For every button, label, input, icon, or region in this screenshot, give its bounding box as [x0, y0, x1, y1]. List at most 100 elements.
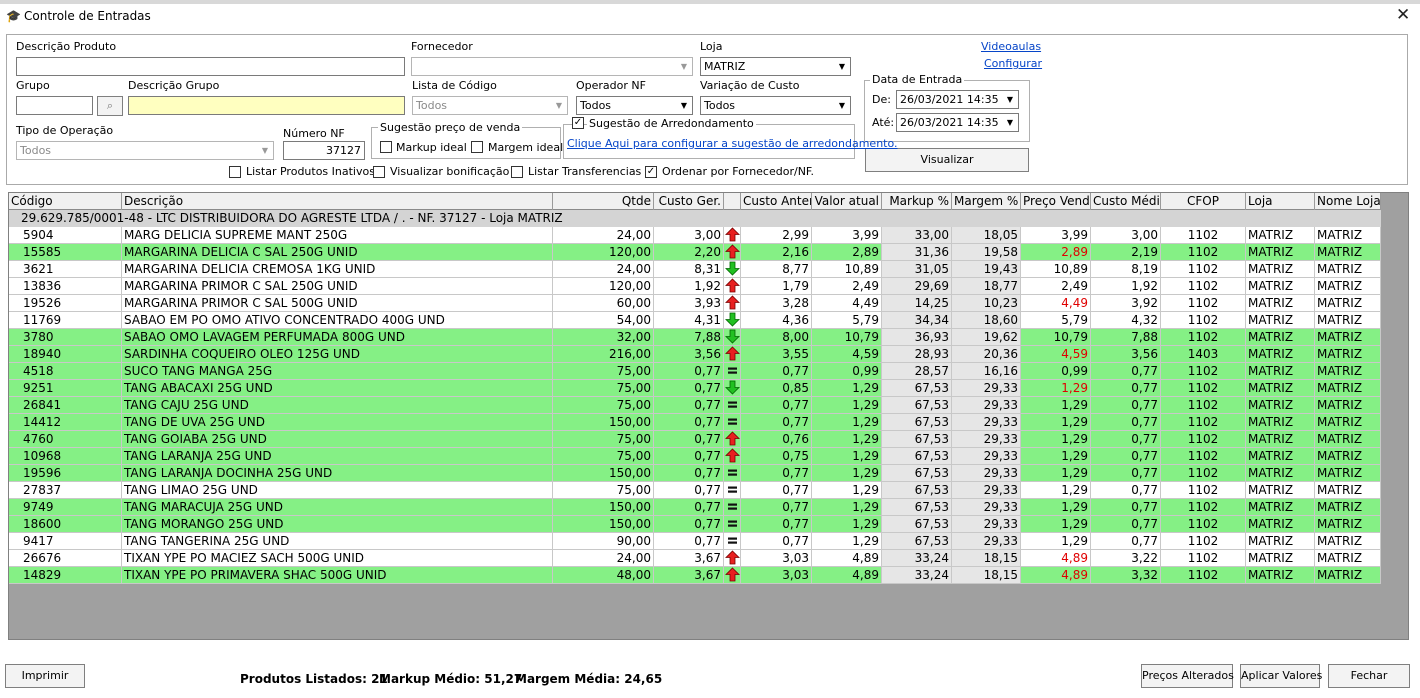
tipo-operacao-label: Tipo de Operação: [16, 124, 114, 137]
cell-descricao: MARG DELICIA SUPREME MANT 250G: [122, 227, 553, 244]
cell-custo-medio: 0,77: [1091, 414, 1161, 431]
column-header-valor-atual[interactable]: Valor atual: [812, 193, 882, 210]
grupo-input[interactable]: [16, 96, 93, 115]
table-row[interactable]: 11769 SABAO EM PO OMO ATIVO CONCENTRADO 4…: [9, 312, 1381, 329]
table-row[interactable]: 4760 TANG GOIABA 25G UND 75,00 0,77 0,76 1,29…: [9, 431, 1381, 448]
column-header-trend[interactable]: [724, 193, 741, 210]
entries-grid[interactable]: Código Descrição Qtde Custo Ger. Custo A…: [8, 192, 1409, 640]
table-row[interactable]: 9251 TANG ABACAXI 25G UND 75,00 0,77 0,85 1,2…: [9, 380, 1381, 397]
column-header-custo-medio[interactable]: Custo Médio: [1091, 193, 1161, 210]
cell-custo-medio: 7,88: [1091, 329, 1161, 346]
fornecedor-select[interactable]: ▼: [411, 57, 693, 76]
column-header-custo-ger[interactable]: Custo Ger.: [654, 193, 724, 210]
loja-select[interactable]: MATRIZ ▼: [700, 57, 851, 76]
column-header-loja[interactable]: Loja: [1246, 193, 1315, 210]
column-header-preco-venda[interactable]: Preço Venda: [1021, 193, 1091, 210]
listar-inativos-checkbox[interactable]: [229, 166, 241, 178]
cell-preco-venda: 4,49: [1021, 295, 1091, 312]
visualizar-button[interactable]: Visualizar: [865, 148, 1029, 172]
column-header-margem[interactable]: Margem %: [952, 193, 1021, 210]
cell-qtde: 90,00: [553, 533, 654, 550]
data-ate-picker[interactable]: 26/03/2021 14:35 ▼: [896, 113, 1019, 132]
close-icon[interactable]: ✕: [1396, 5, 1410, 25]
arrow-up-icon: [724, 295, 741, 312]
cell-descricao: MARGARINA PRIMOR C SAL 250G UNID: [122, 278, 553, 295]
margem-ideal-checkbox[interactable]: [471, 141, 483, 153]
cell-custo-ger: 0,77: [654, 380, 724, 397]
table-row[interactable]: 9417 TANG TANGERINA 25G UND 90,00 0,77 0,77 1…: [9, 533, 1381, 550]
cell-custo-anter: 0,77: [741, 363, 812, 380]
descricao-produto-input[interactable]: [16, 57, 405, 76]
cell-custo-anter: 3,03: [741, 550, 812, 567]
cell-custo-medio: 3,00: [1091, 227, 1161, 244]
fechar-button[interactable]: Fechar: [1328, 664, 1410, 688]
table-row[interactable]: 9749 TANG MARACUJA 25G UND 150,00 0,77 0,77 1…: [9, 499, 1381, 516]
table-row[interactable]: 19526 MARGARINA PRIMOR C SAL 500G UNID 60,…: [9, 295, 1381, 312]
table-row[interactable]: 10968 TANG LARANJA 25G UND 75,00 0,77 0,75 1,…: [9, 448, 1381, 465]
table-row[interactable]: 27837 TANG LIMAO 25G UND 75,00 0,77 0,77 1,29…: [9, 482, 1381, 499]
table-row[interactable]: 19596 TANG LARANJA DOCINHA 25G UND 150,00 0…: [9, 465, 1381, 482]
table-row[interactable]: 4518 SUCO TANG MANGA 25G 75,00 0,77 0,77 0,99…: [9, 363, 1381, 380]
videoaulas-link[interactable]: Videoaulas: [981, 40, 1041, 53]
column-header-custo-anter[interactable]: Custo Anter.: [741, 193, 812, 210]
visualizar-bonificacao-checkbox[interactable]: [373, 166, 385, 178]
column-header-codigo[interactable]: Código: [9, 193, 122, 210]
cell-cfop: 1102: [1161, 567, 1246, 584]
cell-custo-anter: 3,55: [741, 346, 812, 363]
column-header-qtde[interactable]: Qtde: [553, 193, 654, 210]
table-row[interactable]: 3780 SABAO OMO LAVAGEM PERFUMADA 800G UND…: [9, 329, 1381, 346]
cell-cfop: 1102: [1161, 227, 1246, 244]
chevron-down-icon: ▼: [838, 62, 846, 71]
cell-markup: 67,53: [882, 414, 952, 431]
precos-alterados-button[interactable]: Preços Alterados: [1141, 664, 1234, 688]
column-header-nome-loja[interactable]: Nome Loja: [1315, 193, 1381, 210]
listar-transferencias-checkbox[interactable]: [511, 166, 523, 178]
cell-cfop: 1102: [1161, 278, 1246, 295]
cell-custo-medio: 3,22: [1091, 550, 1161, 567]
chevron-down-icon: ▼: [680, 101, 688, 110]
table-row[interactable]: 14829 TIXAN YPE PO PRIMAVERA SHAC 500G UN…: [9, 567, 1381, 584]
cell-cfop: 1102: [1161, 380, 1246, 397]
column-header-descricao[interactable]: Descrição: [122, 193, 553, 210]
lista-codigo-select[interactable]: Todos ▼: [412, 96, 568, 115]
descricao-grupo-input[interactable]: [128, 96, 405, 115]
cell-preco-venda: 1,29: [1021, 533, 1091, 550]
arrow-down-icon: [724, 261, 741, 278]
cell-descricao: TANG MORANGO 25G UND: [122, 516, 553, 533]
numero-nf-input[interactable]: 37127: [283, 141, 365, 160]
cell-valor-atual: 3,99: [812, 227, 882, 244]
table-row[interactable]: 18940 SARDINHA COQUEIRO OLEO 125G UND 216,…: [9, 346, 1381, 363]
column-header-cfop[interactable]: CFOP: [1161, 193, 1246, 210]
table-row[interactable]: 13836 MARGARINA PRIMOR C SAL 250G UNID 120…: [9, 278, 1381, 295]
markup-ideal-checkbox[interactable]: [380, 141, 392, 153]
cell-margem: 29,33: [952, 397, 1021, 414]
search-group-button[interactable]: ⌕: [97, 96, 123, 116]
table-row[interactable]: 15585 MARGARINA DELICIA C SAL 250G UNID 12…: [9, 244, 1381, 261]
configurar-link[interactable]: Configurar: [984, 57, 1042, 70]
cell-qtde: 75,00: [553, 380, 654, 397]
table-row[interactable]: 26676 TIXAN YPE PO MACIEZ SACH 500G UNID 2…: [9, 550, 1381, 567]
cell-markup: 36,93: [882, 329, 952, 346]
tipo-operacao-select[interactable]: Todos ▼: [16, 141, 274, 160]
cell-nome-loja: MATRIZ: [1315, 550, 1381, 567]
cell-preco-venda: 4,59: [1021, 346, 1091, 363]
table-row[interactable]: 5904 MARG DELICIA SUPREME MANT 250G 24,00 3…: [9, 227, 1381, 244]
cell-markup: 28,57: [882, 363, 952, 380]
variacao-custo-select[interactable]: Todos ▼: [700, 96, 851, 115]
cell-qtde: 216,00: [553, 346, 654, 363]
arredondamento-checkbox[interactable]: ✓: [572, 117, 584, 129]
cell-custo-medio: 0,77: [1091, 448, 1161, 465]
operador-nf-select[interactable]: Todos ▼: [576, 96, 693, 115]
table-row[interactable]: 18600 TANG MORANGO 25G UND 150,00 0,77 0,77 1…: [9, 516, 1381, 533]
table-row[interactable]: 26841 TANG CAJU 25G UND 75,00 0,77 0,77 1,29 6…: [9, 397, 1381, 414]
imprimir-button[interactable]: Imprimir: [5, 664, 85, 688]
table-row[interactable]: 3621 MARGARINA DELICIA CREMOSA 1KG UNID 24…: [9, 261, 1381, 278]
cell-descricao: TANG MARACUJA 25G UND: [122, 499, 553, 516]
configurar-arredondamento-link[interactable]: Clique Aqui para configurar a sugestão d…: [567, 137, 898, 150]
aplicar-valores-button[interactable]: Aplicar Valores: [1240, 664, 1322, 688]
cell-custo-medio: 0,77: [1091, 363, 1161, 380]
column-header-markup[interactable]: Markup %: [882, 193, 952, 210]
data-de-picker[interactable]: 26/03/2021 14:35 ▼: [896, 90, 1019, 109]
ordenar-fornecedor-checkbox[interactable]: ✓: [645, 166, 657, 178]
table-row[interactable]: 14412 TANG DE UVA 25G UND 150,00 0,77 0,77 1,…: [9, 414, 1381, 431]
